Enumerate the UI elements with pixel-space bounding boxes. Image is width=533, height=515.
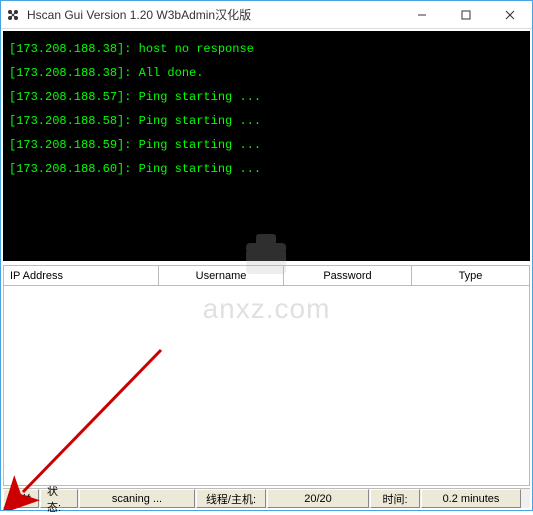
column-header-password[interactable]: Password xyxy=(284,266,412,285)
status-state-value: scaning ... xyxy=(79,489,195,508)
status-threads-value: 20/20 xyxy=(267,489,369,508)
status-threads-label: 线程/主机: xyxy=(196,489,266,508)
console-line: [173.208.188.57]: Ping starting ... xyxy=(9,85,524,109)
table-header-row: IP Address Username Password Type xyxy=(4,266,529,286)
maximize-button[interactable] xyxy=(444,1,488,28)
window-controls xyxy=(400,1,532,28)
console-line: [173.208.188.38]: All done. xyxy=(9,61,524,85)
titlebar: Hscan Gui Version 1.20 W3bAdmin汉化版 xyxy=(1,1,532,29)
app-icon xyxy=(5,7,21,23)
menu-button[interactable]: 菜单 xyxy=(3,489,39,508)
status-time-value: 0.2 minutes xyxy=(421,489,521,508)
results-table: IP Address Username Password Type xyxy=(3,265,530,486)
console-line: [173.208.188.58]: Ping starting ... xyxy=(9,109,524,133)
status-bar: 菜单 状态: scaning ... 线程/主机: 20/20 时间: 0.2 … xyxy=(3,488,530,508)
status-state-label: 状态: xyxy=(40,489,78,508)
column-header-username[interactable]: Username xyxy=(159,266,284,285)
column-header-ip[interactable]: IP Address xyxy=(4,266,159,285)
window-title: Hscan Gui Version 1.20 W3bAdmin汉化版 xyxy=(27,6,400,23)
status-time-label: 时间: xyxy=(370,489,420,508)
close-button[interactable] xyxy=(488,1,532,28)
console-line: [173.208.188.38]: host no response xyxy=(9,37,524,61)
app-window: Hscan Gui Version 1.20 W3bAdmin汉化版 [173.… xyxy=(0,0,533,511)
minimize-button[interactable] xyxy=(400,1,444,28)
console-line: [173.208.188.59]: Ping starting ... xyxy=(9,133,524,157)
console-line: [173.208.188.60]: Ping starting ... xyxy=(9,157,524,181)
column-header-type[interactable]: Type xyxy=(412,266,529,285)
console-output: [173.208.188.38]: host no response [173.… xyxy=(3,31,530,261)
